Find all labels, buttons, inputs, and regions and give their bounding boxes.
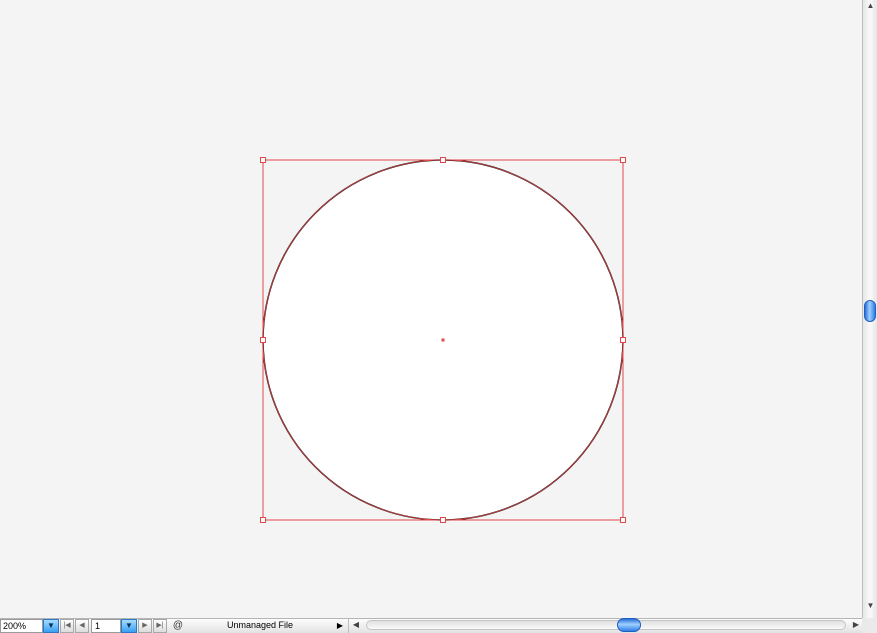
scroll-down-icon[interactable]: ▼ [863, 600, 877, 612]
horizontal-scrollbar[interactable]: ◀ ▶ [348, 618, 862, 633]
handle-top-center[interactable] [440, 157, 446, 163]
first-page-icon[interactable]: |◀ [60, 619, 74, 633]
last-page-icon[interactable]: ▶| [153, 619, 167, 633]
version-cue-icon[interactable]: @ [171, 619, 185, 633]
handle-bottom-left[interactable] [260, 517, 266, 523]
handle-top-left[interactable] [260, 157, 266, 163]
handle-bottom-right[interactable] [620, 517, 626, 523]
status-menu-icon[interactable]: ▶ [334, 619, 346, 633]
status-text: Unmanaged File [226, 620, 294, 630]
zoom-field[interactable]: 200% [0, 619, 43, 633]
scroll-left-icon[interactable]: ◀ [349, 618, 363, 632]
horizontal-scroll-track[interactable] [366, 620, 846, 630]
previous-page-icon[interactable]: ◀ [75, 619, 89, 633]
handle-bottom-center[interactable] [440, 517, 446, 523]
scroll-up-icon[interactable]: ▲ [863, 0, 877, 12]
horizontal-scroll-thumb[interactable] [617, 618, 641, 632]
page-number-field[interactable]: 1 [91, 619, 121, 633]
artwork-layer[interactable] [0, 0, 862, 618]
vertical-scroll-thumb[interactable] [864, 300, 876, 322]
artboard-canvas[interactable] [0, 0, 862, 618]
scrollbar-corner [862, 618, 877, 633]
next-page-icon[interactable]: ▶ [138, 619, 152, 633]
scroll-right-icon[interactable]: ▶ [849, 618, 863, 632]
handle-top-right[interactable] [620, 157, 626, 163]
handle-middle-right[interactable] [620, 337, 626, 343]
vertical-scrollbar[interactable]: ▲ ▼ [862, 0, 877, 618]
page-dropdown-icon[interactable]: ▼ [121, 619, 137, 633]
handle-middle-left[interactable] [260, 337, 266, 343]
zoom-dropdown-icon[interactable]: ▼ [43, 619, 59, 633]
center-point [441, 338, 445, 342]
